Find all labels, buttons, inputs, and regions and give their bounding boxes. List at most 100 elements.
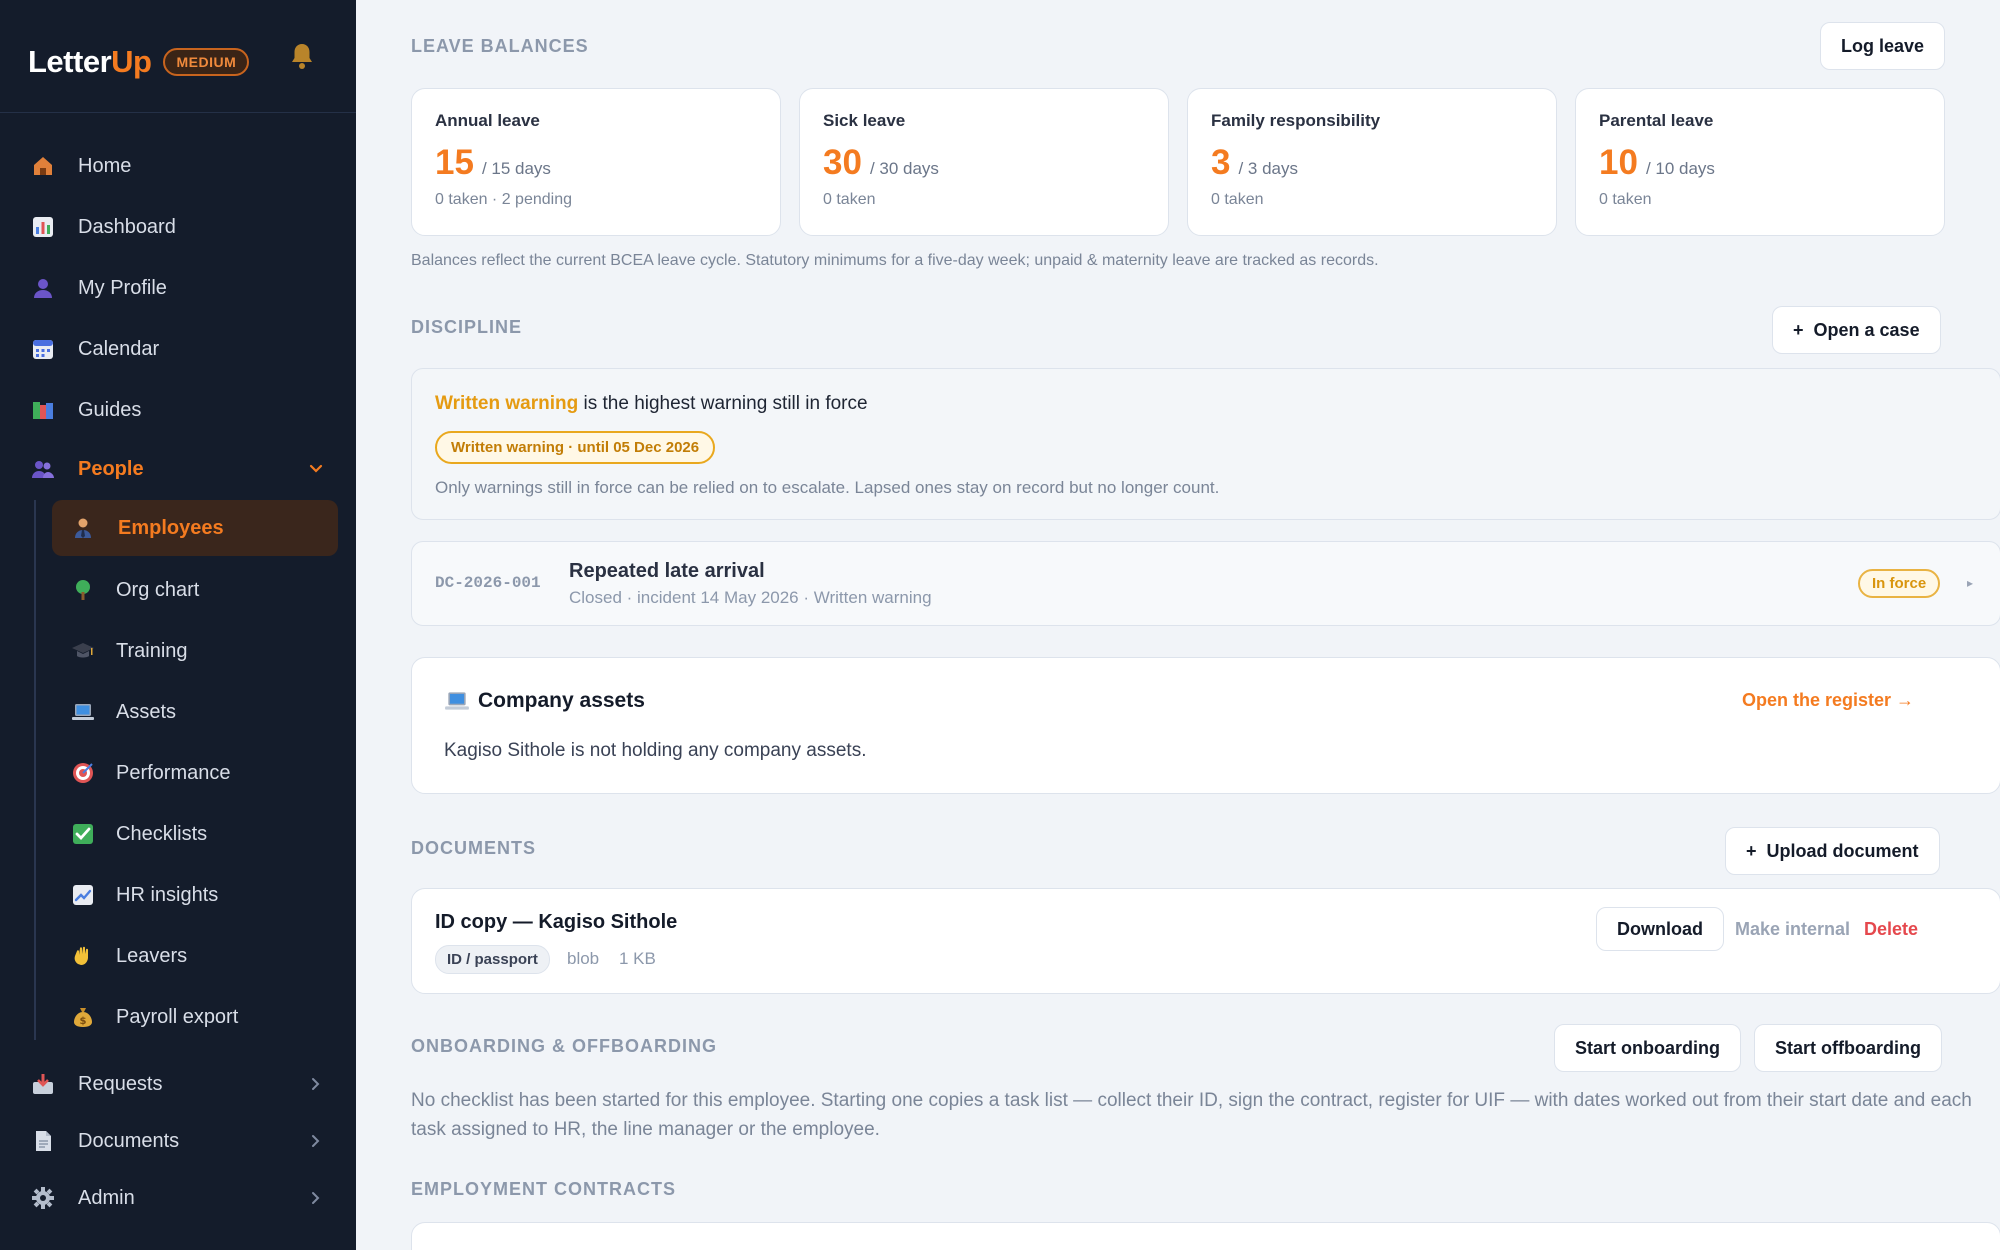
tree-icon [70,577,96,603]
people-tree-line [34,500,36,1040]
check-box-icon [70,821,96,847]
nav-employees[interactable]: Employees [52,500,338,556]
discipline-case-row[interactable]: DC-2026-001 Repeated late arrival Closed… [411,541,2000,626]
money-bag-icon: $ [70,1004,96,1030]
onboarding-note: No checklist has been started for this e… [411,1090,1972,1140]
employment-contracts-card [411,1222,2000,1250]
make-internal-link[interactable]: Make internal [1735,919,1850,940]
employee-icon [70,515,96,541]
leave-balance-value: 3 [1211,143,1231,182]
case-meta: Closed · incident 14 May 2026 · Written … [569,588,932,607]
document-icon [30,1128,56,1154]
nav-home[interactable]: Home [30,144,131,188]
calendar-icon [30,336,56,362]
assets-empty-message: Kagiso Sithole is not holding any compan… [444,740,867,761]
delete-link[interactable]: Delete [1864,919,1918,940]
discipline-title: DISCIPLINE [411,317,523,337]
laptop-icon [70,699,96,725]
plus-icon: + [1746,840,1757,861]
leave-balance-total: / 10 days [1645,159,1715,178]
case-status-badge: In force [1858,569,1941,598]
open-register-link[interactable]: Open the register → [1742,690,1914,711]
log-leave-button[interactable]: Log leave [1820,22,1946,70]
leave-balance-total: / 3 days [1238,159,1299,178]
leave-type-name: Family responsibility [1211,111,1381,130]
brand[interactable]: LetterUp MEDIUM [28,42,250,82]
leave-balance-total: / 15 days [481,159,551,178]
leave-taken-summary: 0 taken · 2 pending [435,191,572,208]
leave-balance-value: 10 [1599,143,1638,182]
plus-icon: + [1793,319,1804,340]
document-title: ID copy — Kagiso Sithole [435,911,678,933]
inbox-icon [30,1071,56,1097]
leave-taken-summary: 0 taken [1599,191,1652,208]
leave-balance-total: / 30 days [869,159,939,178]
main-content: LEAVE BALANCES Log leave Annual leave 15… [356,0,2000,1250]
home-icon [30,153,56,179]
highest-warning-heading: Written warning is the highest warning s… [435,393,868,414]
nav-payroll-export[interactable]: $ Payroll export [70,995,238,1039]
graduation-cap-icon [70,638,96,664]
case-title: Repeated late arrival [569,560,765,582]
sidebar: LetterUp MEDIUM Home Dashboard My Profil… [0,0,356,1250]
nav-my-profile[interactable]: My Profile [30,266,167,310]
nav-assets[interactable]: Assets [70,690,176,734]
start-onboarding-button[interactable]: Start onboarding [1554,1024,1741,1072]
open-case-button[interactable]: + Open a case [1772,306,1941,354]
leave-taken-summary: 0 taken [823,191,876,208]
people-icon [30,456,56,482]
people-chevron-down-icon[interactable] [306,459,326,479]
document-row: ID copy — Kagiso Sithole ID / passport b… [411,888,2000,994]
chart-icon [30,214,56,240]
leave-balances-title: LEAVE BALANCES [411,36,589,56]
leave-card-family: Family responsibility 3 / 3 days 0 taken [1187,88,1557,236]
leave-type-name: Parental leave [1599,111,1714,130]
nav-performance[interactable]: Performance [70,751,231,795]
notifications-bell-icon[interactable] [289,42,315,70]
nav-dashboard[interactable]: Dashboard [30,205,176,249]
document-size: 1 KB [619,949,656,968]
leave-card-sick: Sick leave 30 / 30 days 0 taken [799,88,1169,236]
nav-documents[interactable]: Documents [30,1119,179,1163]
requests-chevron-right-icon[interactable] [306,1074,326,1094]
document-type-badge: ID / passport [435,945,550,974]
user-icon [30,275,56,301]
target-icon [70,760,96,786]
books-icon [30,397,56,423]
company-assets-card: Company assets Open the register → Kagis… [411,657,2000,794]
nav-requests[interactable]: Requests [30,1062,163,1106]
plan-tier-badge: MEDIUM [163,48,250,76]
leave-type-name: Annual leave [435,111,540,130]
nav-guides[interactable]: Guides [30,388,141,432]
warning-expiry-badge: Written warning · until 05 Dec 2026 [435,431,716,464]
start-offboarding-button[interactable]: Start offboarding [1754,1024,1942,1072]
leave-type-name: Sick leave [823,111,906,130]
admin-chevron-right-icon[interactable] [306,1188,326,1208]
discipline-summary: Written warning is the highest warning s… [411,368,2000,520]
nav-checklists[interactable]: Checklists [70,812,207,856]
leave-cycle-note: Balances reflect the current BCEA leave … [411,252,1379,269]
documents-title: DOCUMENTS [411,838,536,858]
download-button[interactable]: Download [1596,907,1724,951]
discipline-note: Only warnings still in force can be reli… [435,478,1220,497]
trend-icon [70,882,96,908]
document-storage: blob [567,949,600,968]
nav-leavers[interactable]: Leavers [70,934,187,978]
nav-hr-insights[interactable]: HR insights [70,873,218,917]
documents-chevron-right-icon[interactable] [306,1131,326,1151]
logo: LetterUp [28,44,152,79]
case-expand-icon[interactable]: ▸ [1967,576,1973,590]
case-id: DC-2026-001 [435,574,541,592]
nav-training[interactable]: Training [70,629,188,673]
upload-document-button[interactable]: + Upload document [1725,827,1940,875]
wave-icon [70,943,96,969]
nav-admin[interactable]: Admin [30,1176,135,1220]
nav-org-chart[interactable]: Org chart [70,568,199,612]
leave-taken-summary: 0 taken [1211,191,1264,208]
nav-people[interactable]: People [30,447,144,491]
onboarding-title: ONBOARDING & OFFBOARDING [411,1036,717,1056]
nav-calendar[interactable]: Calendar [30,327,159,371]
svg-text:$: $ [80,1016,87,1027]
employment-contracts-title: EMPLOYMENT CONTRACTS [411,1179,676,1199]
company-assets-title: Company assets [444,688,645,714]
